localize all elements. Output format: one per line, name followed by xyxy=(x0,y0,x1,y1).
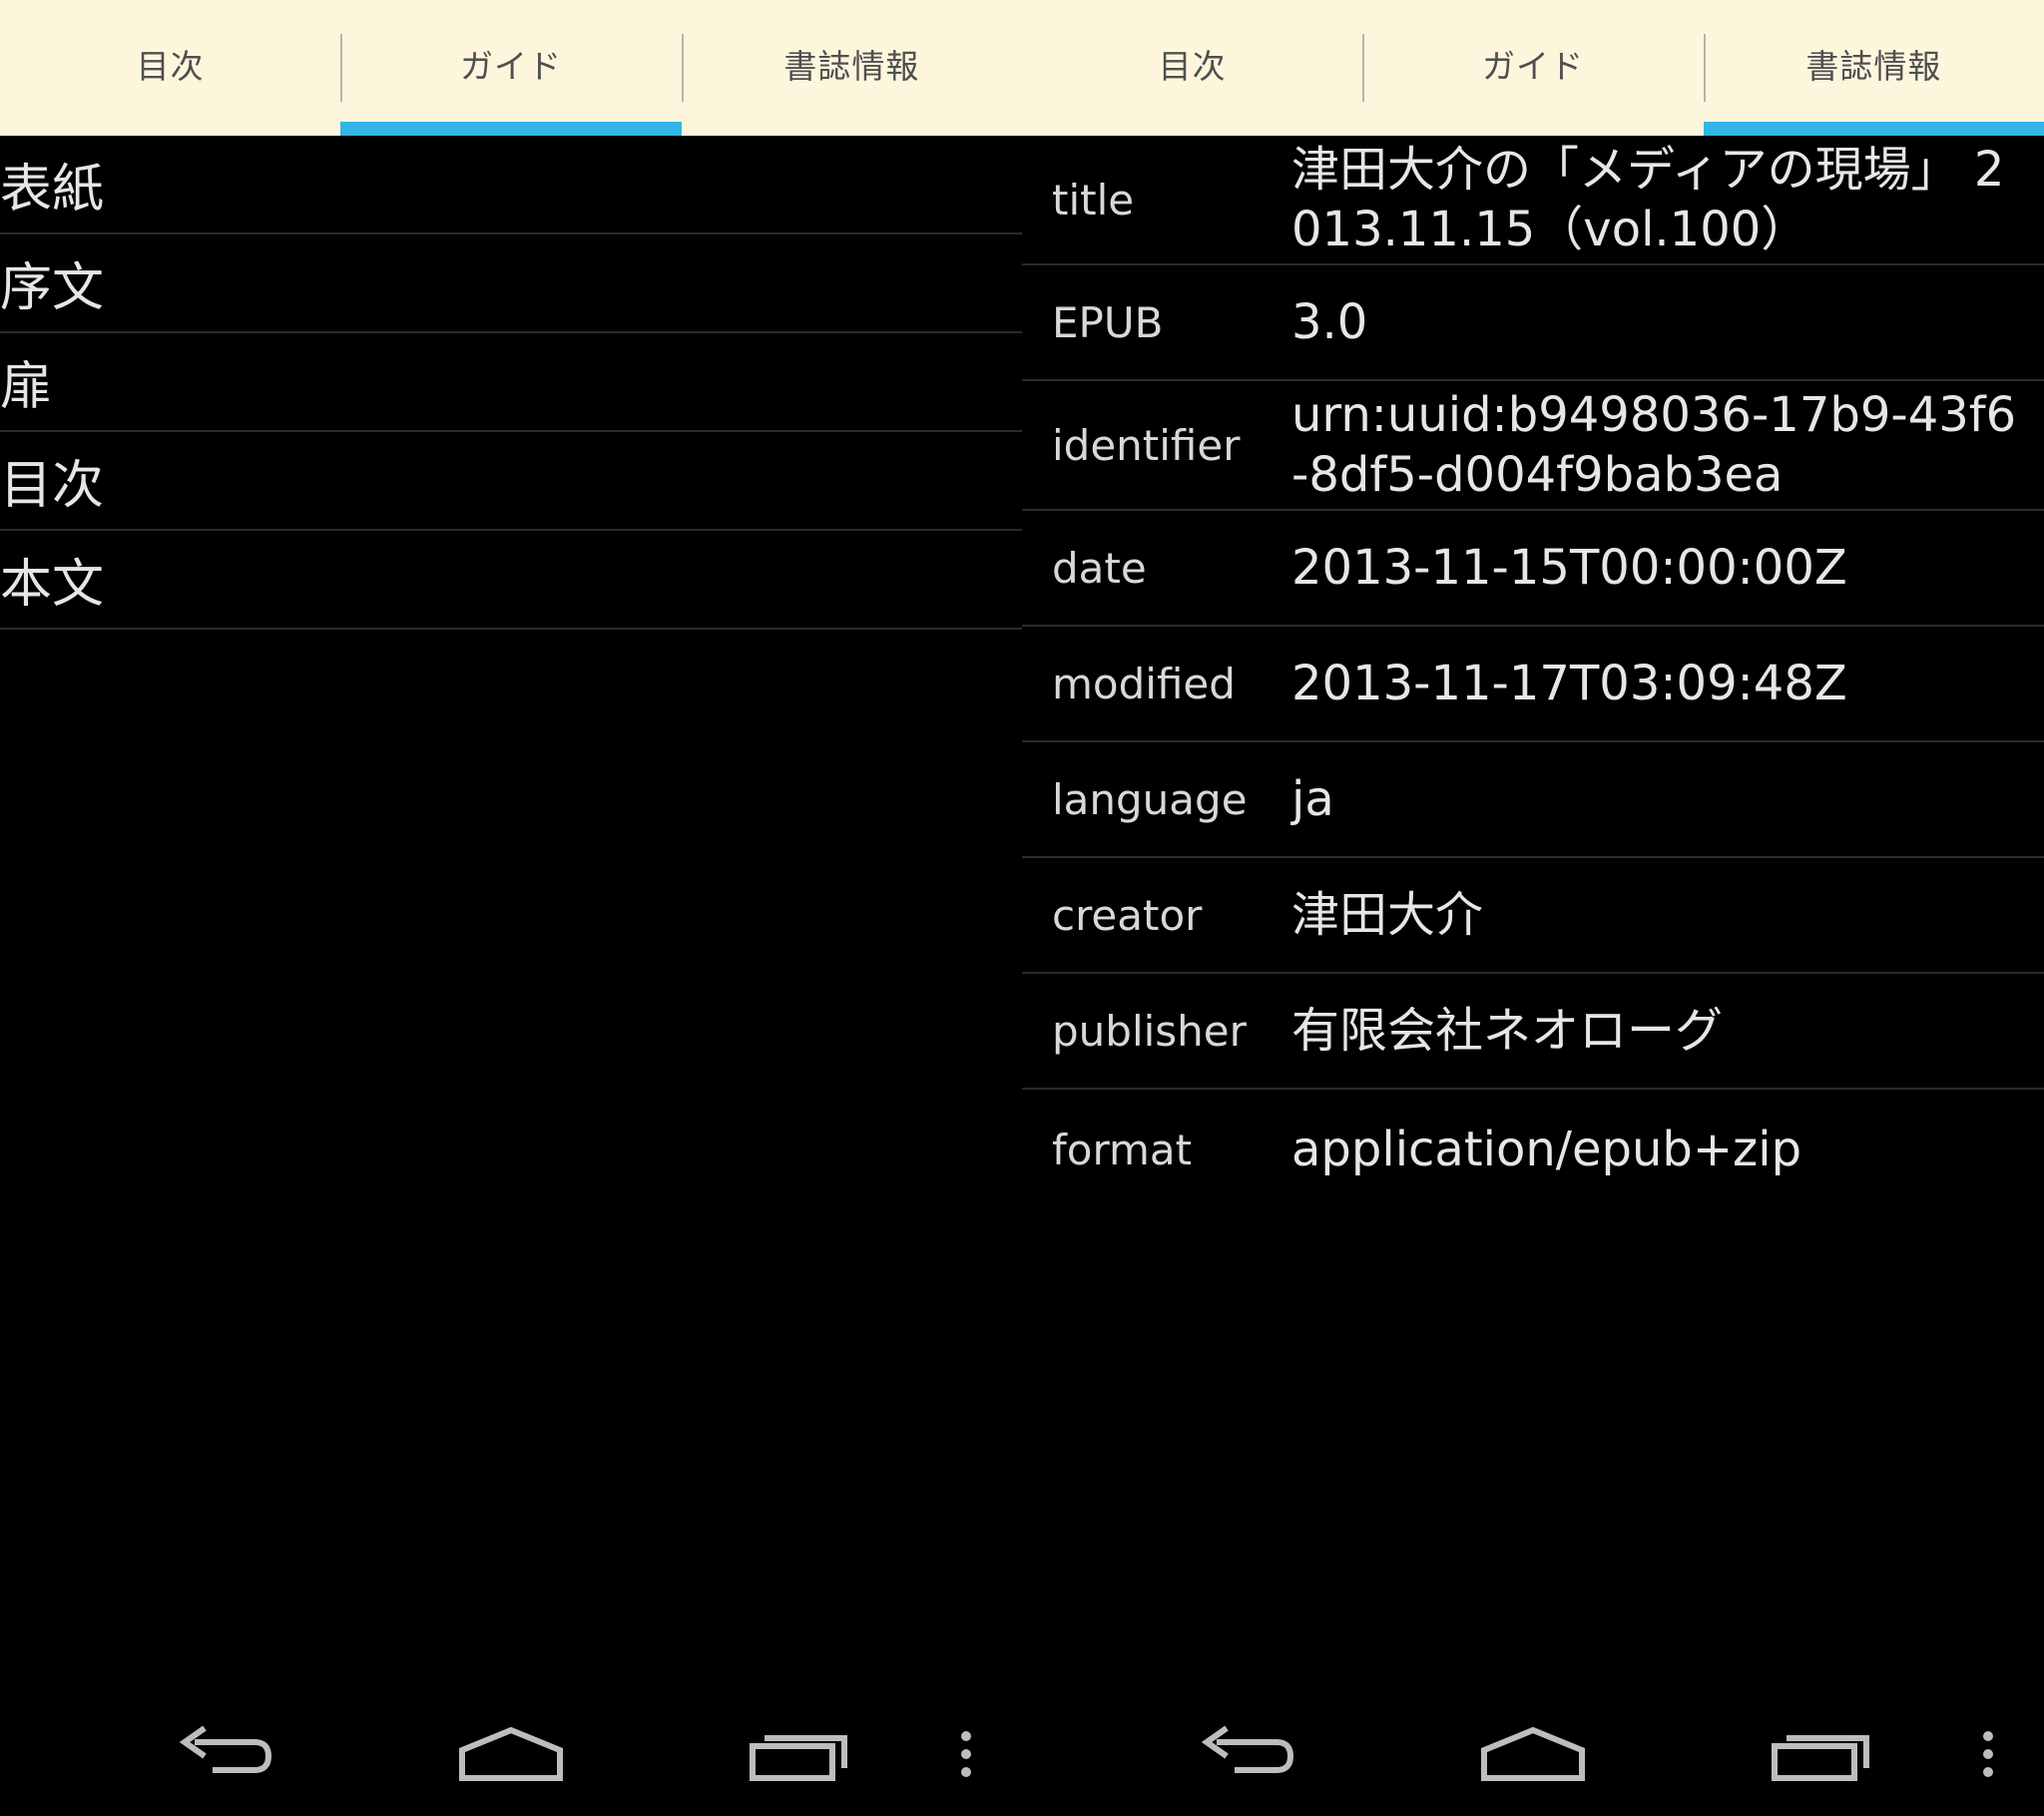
metadata-row-format: format application/epub+zip xyxy=(1022,1090,2044,1209)
metadata-row-date: date 2013-11-15T00:00:00Z xyxy=(1022,511,2044,627)
metadata-value: 津田大介の「メディアの現場」 2013.11.15（vol.100） xyxy=(1291,142,2005,257)
tab-label: 書誌情報 xyxy=(1805,47,1942,86)
tab-label: ガイド xyxy=(459,47,562,86)
metadata-row-title: title 津田大介の「メディアの現場」 2013.11.15（vol.100） xyxy=(1022,136,2044,265)
home-icon xyxy=(1481,1726,1585,1781)
overflow-menu-button[interactable] xyxy=(946,1716,986,1792)
guide-item-cover[interactable]: 表紙 xyxy=(0,136,1022,234)
metadata-value: application/epub+zip xyxy=(1291,1122,1802,1177)
tab-toc[interactable]: 目次 xyxy=(1022,0,1362,136)
recent-apps-icon xyxy=(1772,1735,1869,1781)
metadata-value: 2013-11-17T03:09:48Z xyxy=(1291,656,1847,711)
metadata-row-creator: creator 津田大介 xyxy=(1022,858,2044,974)
tab-label: 目次 xyxy=(1158,47,1227,86)
overflow-menu-icon xyxy=(1983,1731,1993,1777)
back-button[interactable] xyxy=(1192,1716,1301,1792)
tab-bibliography[interactable]: 書誌情報 xyxy=(681,0,1022,136)
back-icon xyxy=(1201,1725,1294,1773)
metadata-value: urn:uuid:b9498036-17b9-43f6-8df5-d004f9b… xyxy=(1291,387,2017,503)
metadata-table: title 津田大介の「メディアの現場」 2013.11.15（vol.100）… xyxy=(1022,136,2044,1209)
back-button[interactable] xyxy=(170,1716,279,1792)
metadata-key: date xyxy=(1052,543,1147,593)
metadata-row-identifier: identifier urn:uuid:b9498036-17b9-43f6-8… xyxy=(1022,381,2044,511)
left-panel: 目次 ガイド 書誌情報 表紙 序文 扉 目次 本文 xyxy=(0,0,1022,1816)
home-button[interactable] xyxy=(454,1716,568,1792)
overflow-menu-button[interactable] xyxy=(1968,1716,2008,1792)
tab-bibliography[interactable]: 書誌情報 xyxy=(1703,0,2044,136)
back-icon xyxy=(179,1725,272,1773)
metadata-key: publisher xyxy=(1052,1006,1247,1056)
navigation-bar xyxy=(1022,1696,2044,1816)
metadata-key: identifier xyxy=(1052,420,1241,470)
metadata-row-publisher: publisher 有限会社ネオローグ xyxy=(1022,974,2044,1090)
active-tab-indicator xyxy=(340,122,682,136)
guide-list: 表紙 序文 扉 目次 本文 xyxy=(0,136,1022,630)
tab-bar: 目次 ガイド 書誌情報 xyxy=(0,0,1022,136)
metadata-value: ja xyxy=(1291,771,1334,827)
home-button[interactable] xyxy=(1476,1716,1590,1792)
guide-item-preface[interactable]: 序文 xyxy=(0,234,1022,333)
metadata-row-modified: modified 2013-11-17T03:09:48Z xyxy=(1022,627,2044,742)
right-panel: 目次 ガイド 書誌情報 title 津田大介の「メディアの現場」 2013.11… xyxy=(1022,0,2044,1816)
guide-item-title-page[interactable]: 扉 xyxy=(0,333,1022,432)
metadata-value: 3.0 xyxy=(1291,294,1368,350)
metadata-key: title xyxy=(1052,175,1135,225)
metadata-key: EPUB xyxy=(1052,297,1164,347)
metadata-value: 2013-11-15T00:00:00Z xyxy=(1291,540,1847,596)
metadata-value: 有限会社ネオローグ xyxy=(1291,1003,1724,1059)
recent-apps-button[interactable] xyxy=(1766,1716,1875,1792)
metadata-key: modified xyxy=(1052,659,1236,708)
home-icon xyxy=(459,1726,563,1781)
guide-item-toc[interactable]: 目次 xyxy=(0,432,1022,531)
navigation-bar xyxy=(0,1696,1022,1816)
metadata-value: 津田大介 xyxy=(1291,887,1484,943)
tab-label: 目次 xyxy=(136,47,205,86)
metadata-row-language: language ja xyxy=(1022,742,2044,858)
tab-label: 書誌情報 xyxy=(783,47,920,86)
overflow-menu-icon xyxy=(961,1731,971,1777)
guide-item-body[interactable]: 本文 xyxy=(0,531,1022,630)
metadata-key: language xyxy=(1052,774,1248,824)
tab-guide[interactable]: ガイド xyxy=(340,0,682,136)
tab-label: ガイド xyxy=(1481,47,1584,86)
recent-apps-icon xyxy=(750,1735,847,1781)
active-tab-indicator xyxy=(1703,122,2044,136)
recent-apps-button[interactable] xyxy=(744,1716,853,1792)
metadata-row-epub: EPUB 3.0 xyxy=(1022,265,2044,381)
screenshot: 目次 ガイド 書誌情報 表紙 序文 扉 目次 本文 目次 ガイド 書誌情報 ti… xyxy=(0,0,2044,1816)
tab-toc[interactable]: 目次 xyxy=(0,0,340,136)
tab-guide[interactable]: ガイド xyxy=(1362,0,1703,136)
metadata-key: creator xyxy=(1052,890,1203,940)
tab-bar: 目次 ガイド 書誌情報 xyxy=(1022,0,2044,136)
metadata-key: format xyxy=(1052,1125,1193,1174)
